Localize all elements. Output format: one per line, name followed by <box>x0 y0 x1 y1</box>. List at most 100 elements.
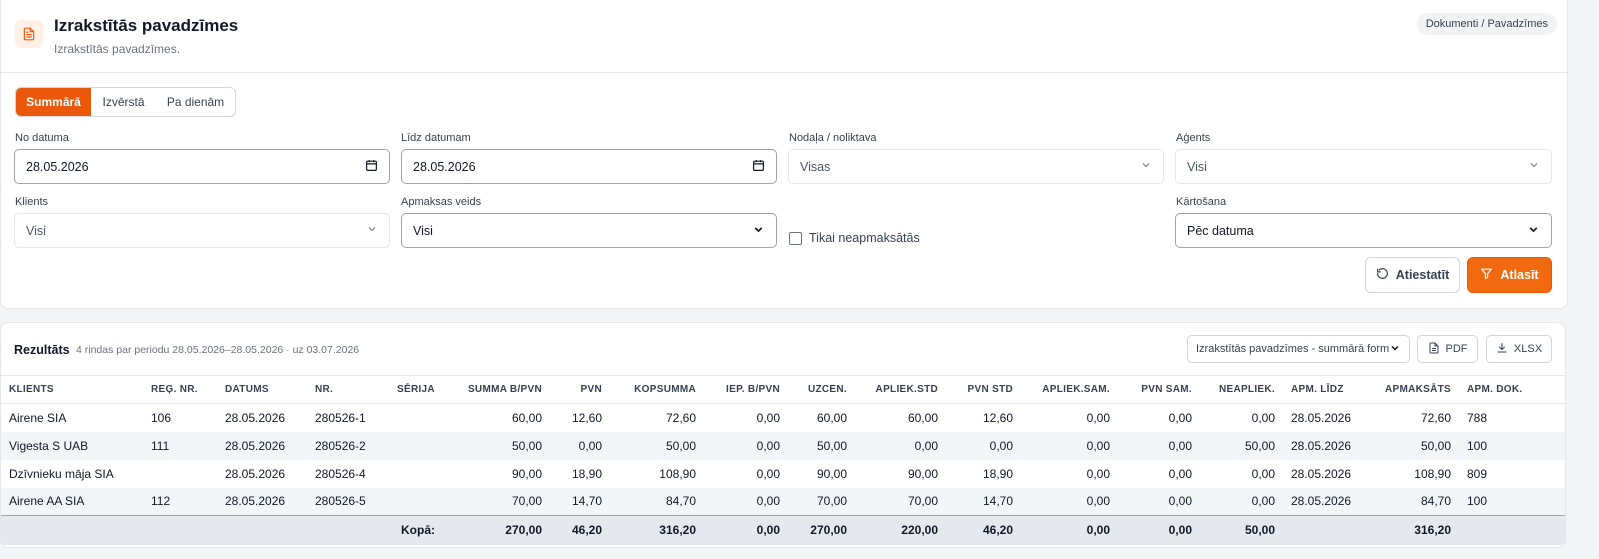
table-cell: Airene SIA <box>9 410 67 425</box>
table-cell: 50,00 <box>788 431 855 460</box>
department-select[interactable]: Visas <box>788 149 1164 184</box>
column-header[interactable]: NR. <box>307 375 389 404</box>
checkbox-box[interactable] <box>789 231 802 245</box>
breadcrumb[interactable]: Dokumenti / Pavadzīmes <box>1416 13 1557 35</box>
table-cell: 0,00 <box>704 487 788 516</box>
table-cell: 280526-1 <box>315 410 366 425</box>
filter-button[interactable]: Atlasīt <box>1467 257 1552 293</box>
page-title: Izrakstītās pavadzīmes <box>54 16 239 35</box>
unpaid-only-checkbox[interactable]: Tikai neapmaksātās <box>789 231 920 245</box>
xlsx-button[interactable]: XLSX <box>1486 335 1552 363</box>
column-header[interactable]: PVN STD <box>946 375 1021 404</box>
totals-row: Kopā: 270,00 46,20 316,20 0,00 270,00 220,00 46… <box>1 515 1565 545</box>
table-row[interactable]: Dzīvnieku māja SIA 28.05.2026 280526-4 90,0… <box>1 460 1565 488</box>
table-cell: 0,00 <box>1251 466 1275 481</box>
filter-label: Atlasīt <box>1500 268 1539 282</box>
table-cell: 0,00 <box>1251 410 1275 425</box>
results-panel: Rezultāts 4 rindas par periodu 28.05.202… <box>0 322 1566 548</box>
table-row[interactable]: Airene SIA 106 28.05.2026 280526-1 60,00 12,6… <box>1 404 1565 432</box>
table-cell: 100 <box>1459 487 1565 516</box>
unpaid-only-label: Tikai neapmaksātās <box>809 231 920 245</box>
table-cell: 0,00 <box>704 431 788 460</box>
totals-cell: 316,20 <box>610 515 704 545</box>
table-cell: 108,90 <box>1414 466 1451 481</box>
totals-cell: 46,20 <box>550 515 610 545</box>
results-table: KLIENTS REĢ. NR. DATUMS NR. SĒRIJA SUMMA… <box>1 375 1565 545</box>
document-icon <box>15 20 43 48</box>
table-cell: 18,90 <box>982 466 1013 481</box>
table-cell: 70,00 <box>443 487 550 516</box>
table-cell: 108,90 <box>659 466 696 481</box>
calendar-icon[interactable] <box>365 159 378 175</box>
sorting-select[interactable]: Pēc datuma <box>1175 213 1552 248</box>
table-cell: 50,00 <box>443 431 550 460</box>
column-header[interactable]: NEAPLIEK. <box>1200 375 1283 404</box>
table-cell: 18,90 <box>571 466 602 481</box>
agent-select[interactable]: Visi <box>1175 149 1552 184</box>
table-cell: 28.05.2026 <box>1291 410 1352 425</box>
report-format-select[interactable]: Izrakstītās pavadzīmes - summārā forma <box>1187 335 1410 363</box>
calendar-icon[interactable] <box>752 159 765 175</box>
tab-by-days[interactable]: Pa dienām <box>156 88 235 116</box>
table-cell: 0,00 <box>946 431 1021 460</box>
report-format-value: Izrakstītās pavadzīmes - summārā forma <box>1196 343 1389 355</box>
table-cell: 0,00 <box>1086 466 1110 481</box>
column-header[interactable]: APMAKSĀTS <box>1373 375 1459 404</box>
column-header[interactable]: PVN <box>550 375 610 404</box>
table-cell: 84,70 <box>610 487 704 516</box>
department-label: Nodaļa / noliktava <box>789 132 877 144</box>
payment-type-select[interactable]: Visi <box>401 213 777 248</box>
from-date-input[interactable]: 28.05.2026 <box>14 149 390 184</box>
table-cell: Dzīvnieku māja SIA <box>9 466 114 481</box>
table-cell: 0,00 <box>756 410 780 425</box>
column-header[interactable]: SUMMA B/PVN <box>443 375 550 404</box>
column-header[interactable]: APLIEK.STD <box>855 375 946 404</box>
payment-type-label: Apmaksas veids <box>401 196 482 208</box>
reset-icon <box>1376 267 1389 283</box>
column-header[interactable]: APM. LĪDZ <box>1283 375 1373 404</box>
totals-cell <box>1283 515 1373 545</box>
download-icon <box>1496 342 1508 357</box>
column-header[interactable]: KOPSUMMA <box>610 375 704 404</box>
table-cell: 12,60 <box>571 410 602 425</box>
column-header[interactable]: DATUMS <box>217 375 307 404</box>
chevron-down-icon <box>1528 159 1540 174</box>
totals-cell <box>217 515 307 545</box>
column-header[interactable]: UZCEN. <box>788 375 855 404</box>
table-cell <box>389 460 443 488</box>
client-select[interactable]: Visi <box>14 213 390 248</box>
tab-summary[interactable]: Summārā <box>16 88 91 116</box>
column-header[interactable]: APM. DOK. <box>1459 375 1565 404</box>
column-header[interactable]: PVN SAM. <box>1118 375 1200 404</box>
table-row[interactable]: Vigesta S UAB 111 28.05.2026 280526-2 50,00 0… <box>1 431 1565 460</box>
page-subtitle: Izrakstītās pavadzīmes. <box>54 42 181 56</box>
table-cell: 809 <box>1467 466 1488 481</box>
table-cell: 280526-5 <box>307 487 389 516</box>
table-row[interactable]: Airene AA SIA 112 28.05.2026 280526-5 70,00 1… <box>1 487 1565 516</box>
pdf-button[interactable]: PDF <box>1417 335 1478 363</box>
table-cell: 280526-4 <box>315 466 366 481</box>
table-cell: 28.05.2026 <box>217 431 307 460</box>
chevron-down-icon <box>752 223 765 239</box>
table-cell: 60,00 <box>511 410 542 425</box>
table-cell: 84,70 <box>1373 487 1459 516</box>
to-date-input[interactable]: 28.05.2026 <box>401 149 777 184</box>
totals-cell: 270,00 <box>788 515 855 545</box>
column-header[interactable]: SĒRIJA <box>389 375 443 404</box>
reset-button[interactable]: Atiestatīt <box>1365 257 1460 293</box>
table-cell: 90,00 <box>816 466 847 481</box>
totals-cell: 220,00 <box>855 515 946 545</box>
tab-detailed[interactable]: Izvērstā <box>91 88 156 116</box>
from-date-value: 28.05.2026 <box>26 159 89 174</box>
table-cell: 14,70 <box>946 487 1021 516</box>
column-header[interactable]: REĢ. NR. <box>143 375 217 404</box>
table-cell: 70,00 <box>855 487 946 516</box>
column-header[interactable]: KLIENTS <box>1 375 143 404</box>
sorting-label: Kārtošana <box>1176 196 1227 208</box>
column-header[interactable]: APLIEK.SAM. <box>1021 375 1118 404</box>
table-cell: 12,60 <box>982 410 1013 425</box>
table-cell: 60,00 <box>816 410 847 425</box>
to-date-value: 28.05.2026 <box>413 159 476 174</box>
column-header[interactable]: IEP. B/PVN <box>704 375 788 404</box>
table-cell <box>143 460 217 488</box>
